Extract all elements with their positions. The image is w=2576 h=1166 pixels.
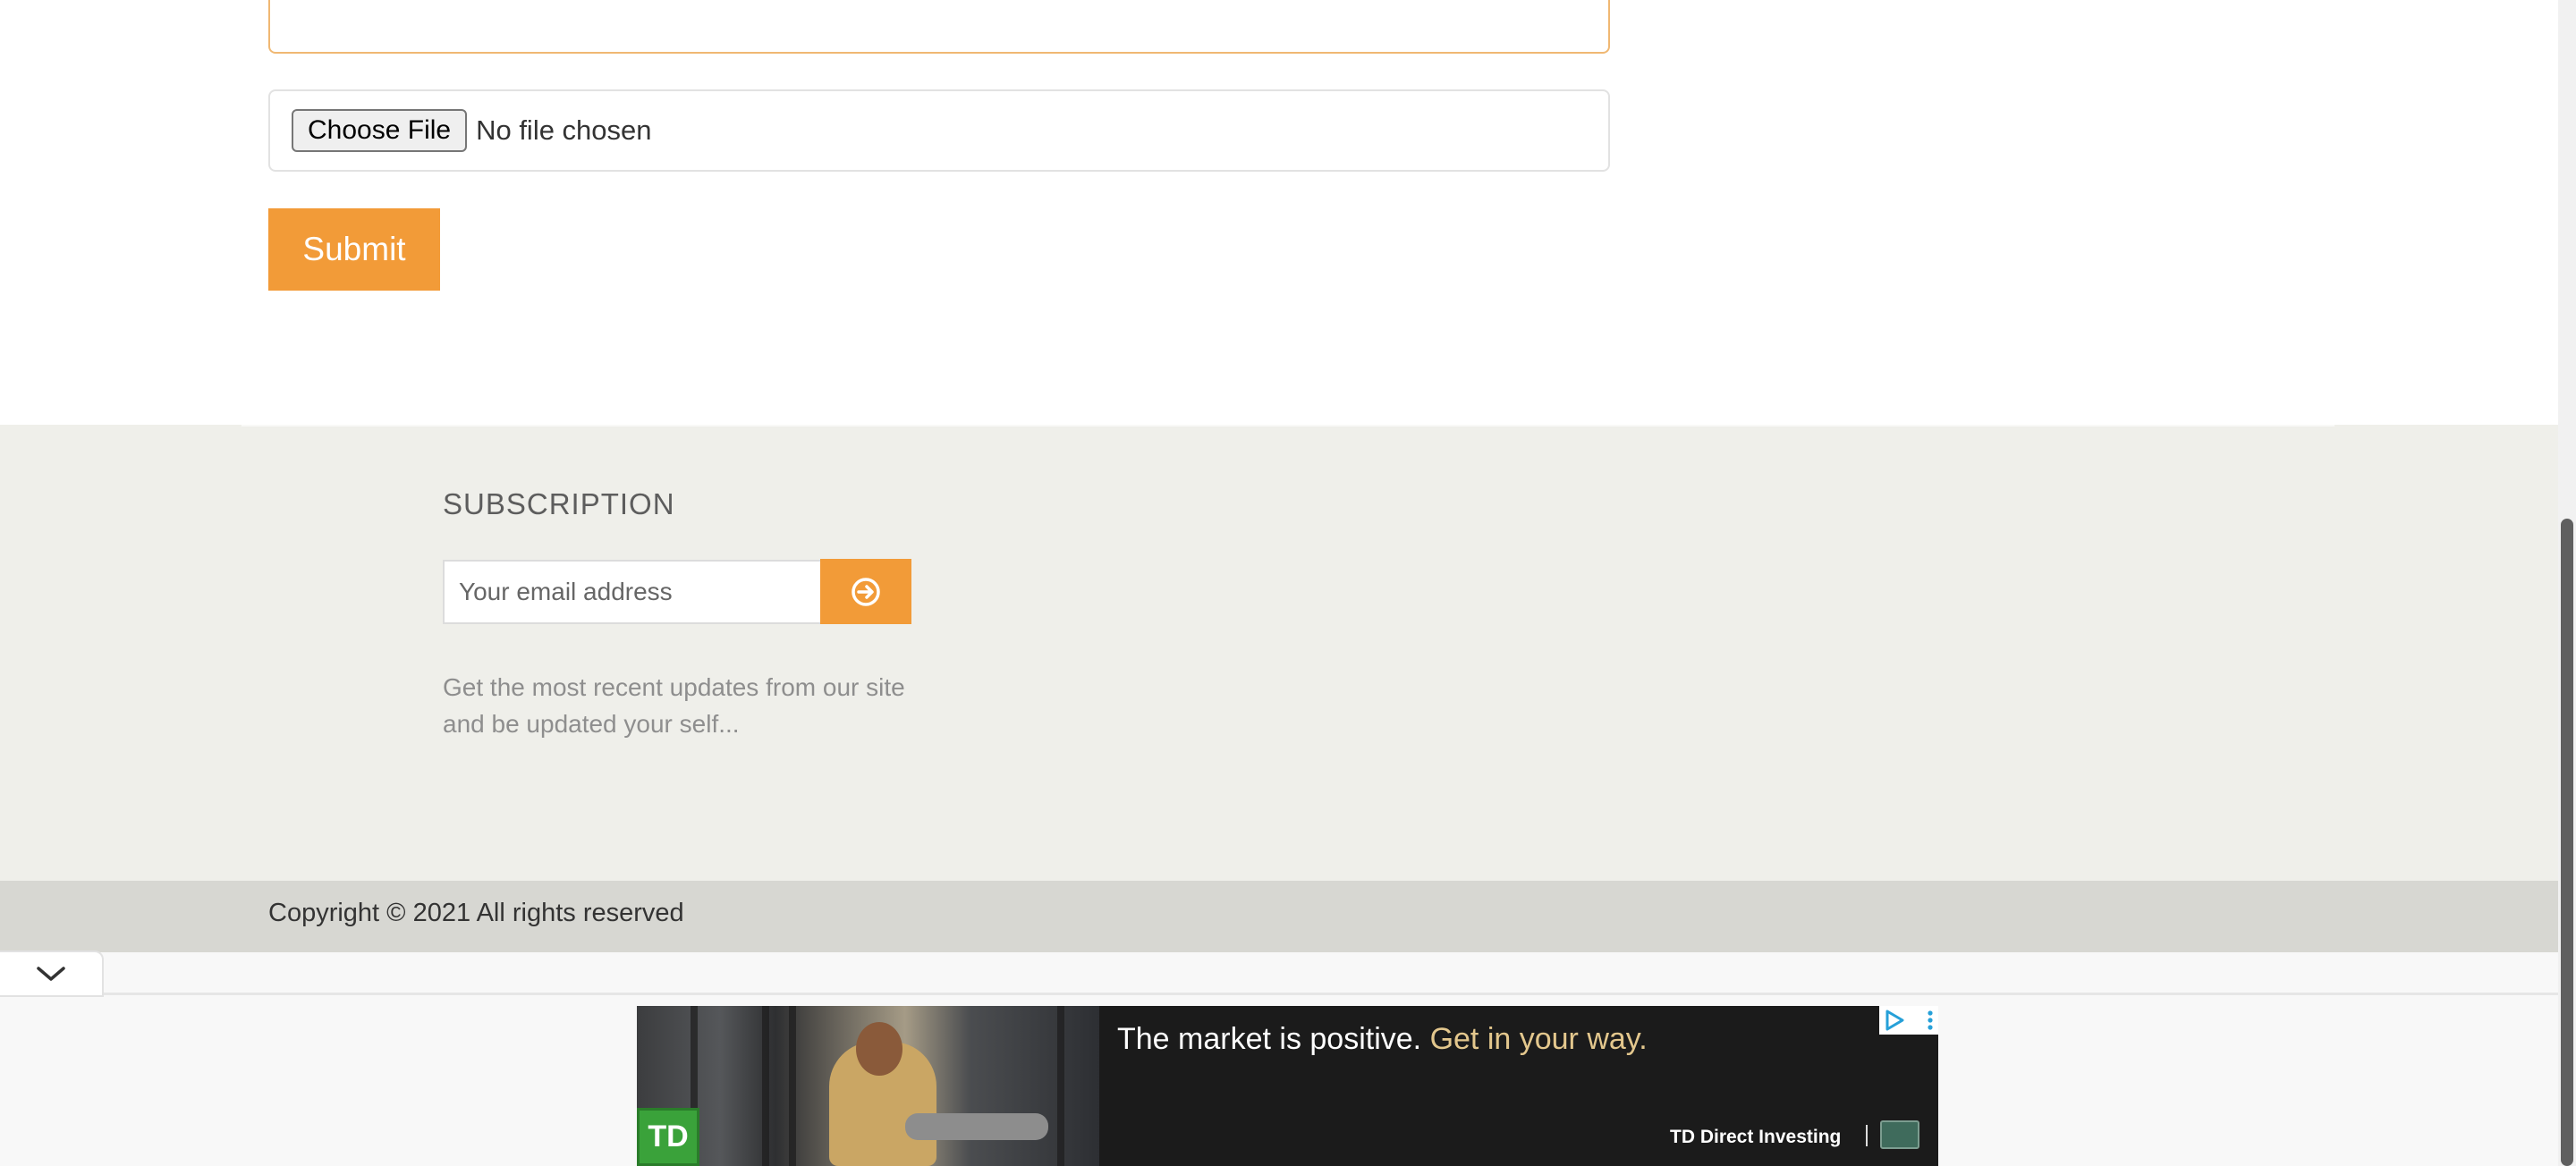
td-logo: TD [637,1108,699,1166]
footer-subscription-section [0,425,2576,881]
chevron-down-icon [37,967,65,981]
scrollbar-thumb[interactable] [2561,519,2573,1166]
ad-collapse-toggle[interactable] [0,951,104,997]
submit-button[interactable]: Submit [268,208,440,291]
ad-photo [637,1006,1099,1166]
adchoices-icon[interactable] [1883,1009,1906,1032]
ad-photo-detail [762,1006,769,1166]
copyright-text: Copyright © 2021 All rights reserved [268,899,684,927]
subscription-title: SUBSCRIPTION [443,487,675,520]
arrow-circle-right-icon [852,577,880,606]
ad-brand-divider [1866,1125,1868,1146]
ad-headline: The market is positive. Get in your way. [1117,1022,1648,1057]
message-textarea[interactable] [268,0,1610,54]
subscription-description: Get the most recent updates from our sit… [443,673,905,738]
ad-photo-detail [1057,1006,1064,1166]
subscribe-button[interactable] [820,559,911,624]
td-ad-banner[interactable]: TD The market is positive. Get in your w… [637,1006,1938,1166]
ad-choices[interactable] [1879,1006,1938,1035]
td-brand-icon [1880,1120,1919,1149]
file-status-text: No file chosen [476,114,652,146]
ad-photo-detail [789,1006,796,1166]
more-options-icon[interactable] [1926,1009,1935,1032]
page: Choose File No file chosen Submit SUBSCR… [0,0,2576,1166]
ad-brand-name: TD Direct Investing [1670,1127,1842,1147]
footer-divider [242,425,2334,427]
subscription-email-input[interactable] [443,560,821,624]
file-upload-field[interactable]: Choose File No file chosen [268,89,1610,172]
ad-headline-main: The market is positive. [1117,1022,1422,1056]
ad-headline-accent: Get in your way. [1429,1022,1648,1056]
ad-container-border [98,993,2576,995]
ad-photo-person-head [856,1022,902,1076]
ad-photo-person-legs [905,1113,1048,1140]
choose-file-button[interactable]: Choose File [292,109,468,152]
